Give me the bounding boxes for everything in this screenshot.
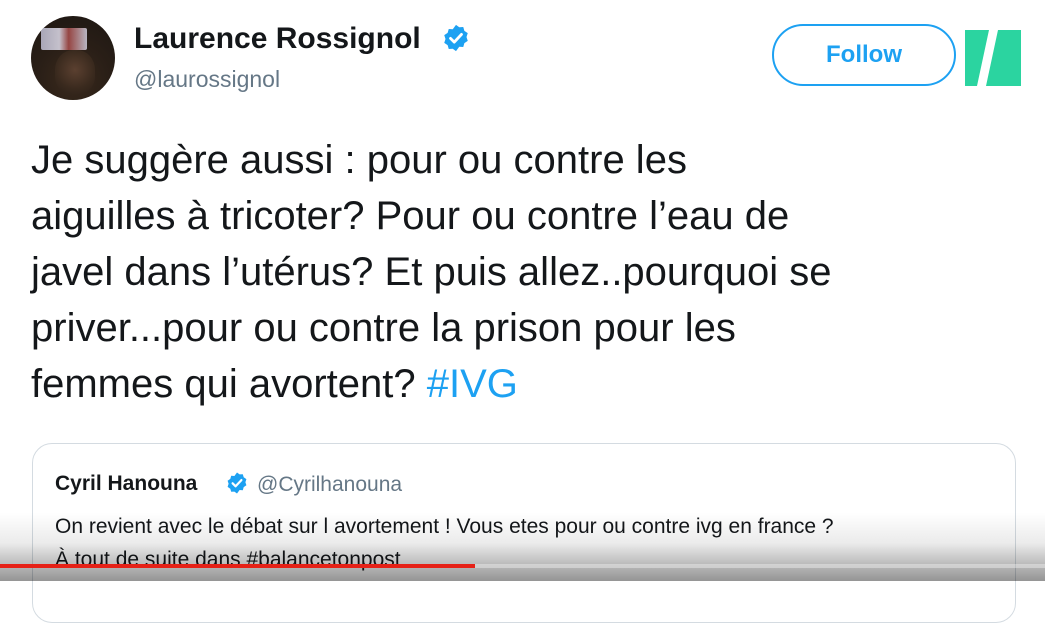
verified-badge-icon — [227, 472, 247, 494]
tweet-text-line: aiguilles à tricoter? Pour ou contre l’e… — [31, 194, 790, 238]
tweet-text-line: javel dans l’utérus? Et puis allez..pour… — [31, 250, 832, 294]
tweet-text-line: Je suggère aussi : pour ou contre les — [31, 138, 687, 182]
author-name[interactable]: Laurence Rossignol — [134, 22, 421, 56]
quoted-text-line: On revient avec le débat sur l avortemen… — [55, 515, 834, 538]
quoted-text-line: À tout de suite dans #balancetonpost — [55, 548, 401, 571]
tweet-text: Je suggère aussi : pour ou contre les ai… — [31, 132, 1031, 412]
quoted-author-handle: @Cyrilhanouna — [257, 473, 403, 496]
quoted-author-name: Cyril Hanouna — [55, 472, 198, 495]
video-progress-bar[interactable] — [0, 564, 1045, 568]
author-handle[interactable]: @laurossignol — [134, 66, 280, 93]
avatar-background-screen — [41, 28, 87, 50]
hashtag-link[interactable]: #IVG — [427, 362, 518, 406]
video-progress-fill — [0, 564, 476, 568]
verified-badge-icon — [444, 24, 468, 52]
avatar-portrait — [55, 50, 95, 94]
author-avatar[interactable] — [31, 16, 115, 100]
tweet-text-line-content: femmes qui avortent? — [31, 362, 427, 406]
tweet-text-line: priver...pour ou contre la prison pour l… — [31, 306, 736, 350]
huffpost-logo-icon — [965, 30, 1021, 86]
tweet-text-line: femmes qui avortent? #IVG — [31, 356, 1031, 412]
quoted-tweet-card[interactable]: Cyril Hanouna @Cyrilhanouna On revient a… — [32, 443, 1016, 623]
follow-button[interactable]: Follow — [772, 24, 956, 86]
